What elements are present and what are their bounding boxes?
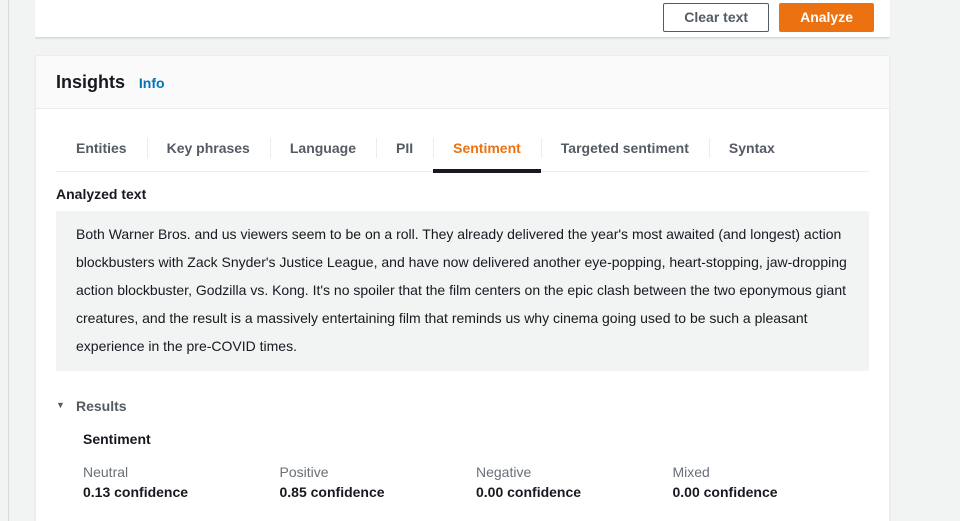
insights-body: Entities Key phrases Language PII Sentim… xyxy=(36,109,889,521)
analyze-button[interactable]: Analyze xyxy=(779,3,874,32)
sentiment-results-grid: Neutral 0.13 confidence Positive 0.85 co… xyxy=(83,462,869,502)
info-link[interactable]: Info xyxy=(139,75,165,91)
sentiment-result-positive: Positive 0.85 confidence xyxy=(280,462,477,502)
clear-text-button[interactable]: Clear text xyxy=(663,3,770,32)
results-content: Sentiment Neutral 0.13 confidence Positi… xyxy=(56,431,869,502)
tab-syntax[interactable]: Syntax xyxy=(708,131,795,171)
sentiment-result-negative: Negative 0.00 confidence xyxy=(476,462,673,502)
sentiment-confidence-value: 0.85 confidence xyxy=(279,484,385,500)
insights-panel: Insights Info Entities Key phrases Langu… xyxy=(35,55,890,521)
collapse-triangle-icon: ▼ xyxy=(56,400,65,410)
tab-key-phrases[interactable]: Key phrases xyxy=(146,131,270,171)
sentiment-label: Neutral xyxy=(83,464,129,480)
analyzed-text-box: Both Warner Bros. and us viewers seem to… xyxy=(56,211,869,371)
sentiment-result-neutral: Neutral 0.13 confidence xyxy=(83,462,280,502)
sentiment-section-title: Sentiment xyxy=(83,431,151,447)
insights-header: Insights Info xyxy=(36,56,889,109)
insights-tabs: Entities Key phrases Language PII Sentim… xyxy=(56,131,869,173)
insights-title: Insights xyxy=(56,72,126,92)
tab-entities[interactable]: Entities xyxy=(56,131,147,171)
sentiment-result-mixed: Mixed 0.00 confidence xyxy=(673,462,870,502)
results-expander-label: Results xyxy=(76,398,127,414)
tab-pii[interactable]: PII xyxy=(375,131,433,171)
tab-language[interactable]: Language xyxy=(269,131,376,171)
page-column: Clear text Analyze Insights Info Entitie… xyxy=(35,0,890,521)
sentiment-confidence-value: 0.00 confidence xyxy=(476,484,582,500)
sentiment-label: Negative xyxy=(476,464,532,480)
sentiment-confidence-value: 0.13 confidence xyxy=(83,484,189,500)
sentiment-label: Positive xyxy=(279,464,329,480)
results-expander[interactable]: ▼ Results xyxy=(56,398,869,414)
sentiment-confidence-value: 0.00 confidence xyxy=(672,484,778,500)
tab-targeted-sentiment[interactable]: Targeted sentiment xyxy=(540,131,709,171)
input-text-panel-footer: Clear text Analyze xyxy=(35,0,890,38)
page-left-divider xyxy=(8,0,9,521)
analyzed-text-label: Analyzed text xyxy=(56,186,147,202)
sentiment-label: Mixed xyxy=(672,464,710,480)
tab-sentiment[interactable]: Sentiment xyxy=(433,131,541,173)
